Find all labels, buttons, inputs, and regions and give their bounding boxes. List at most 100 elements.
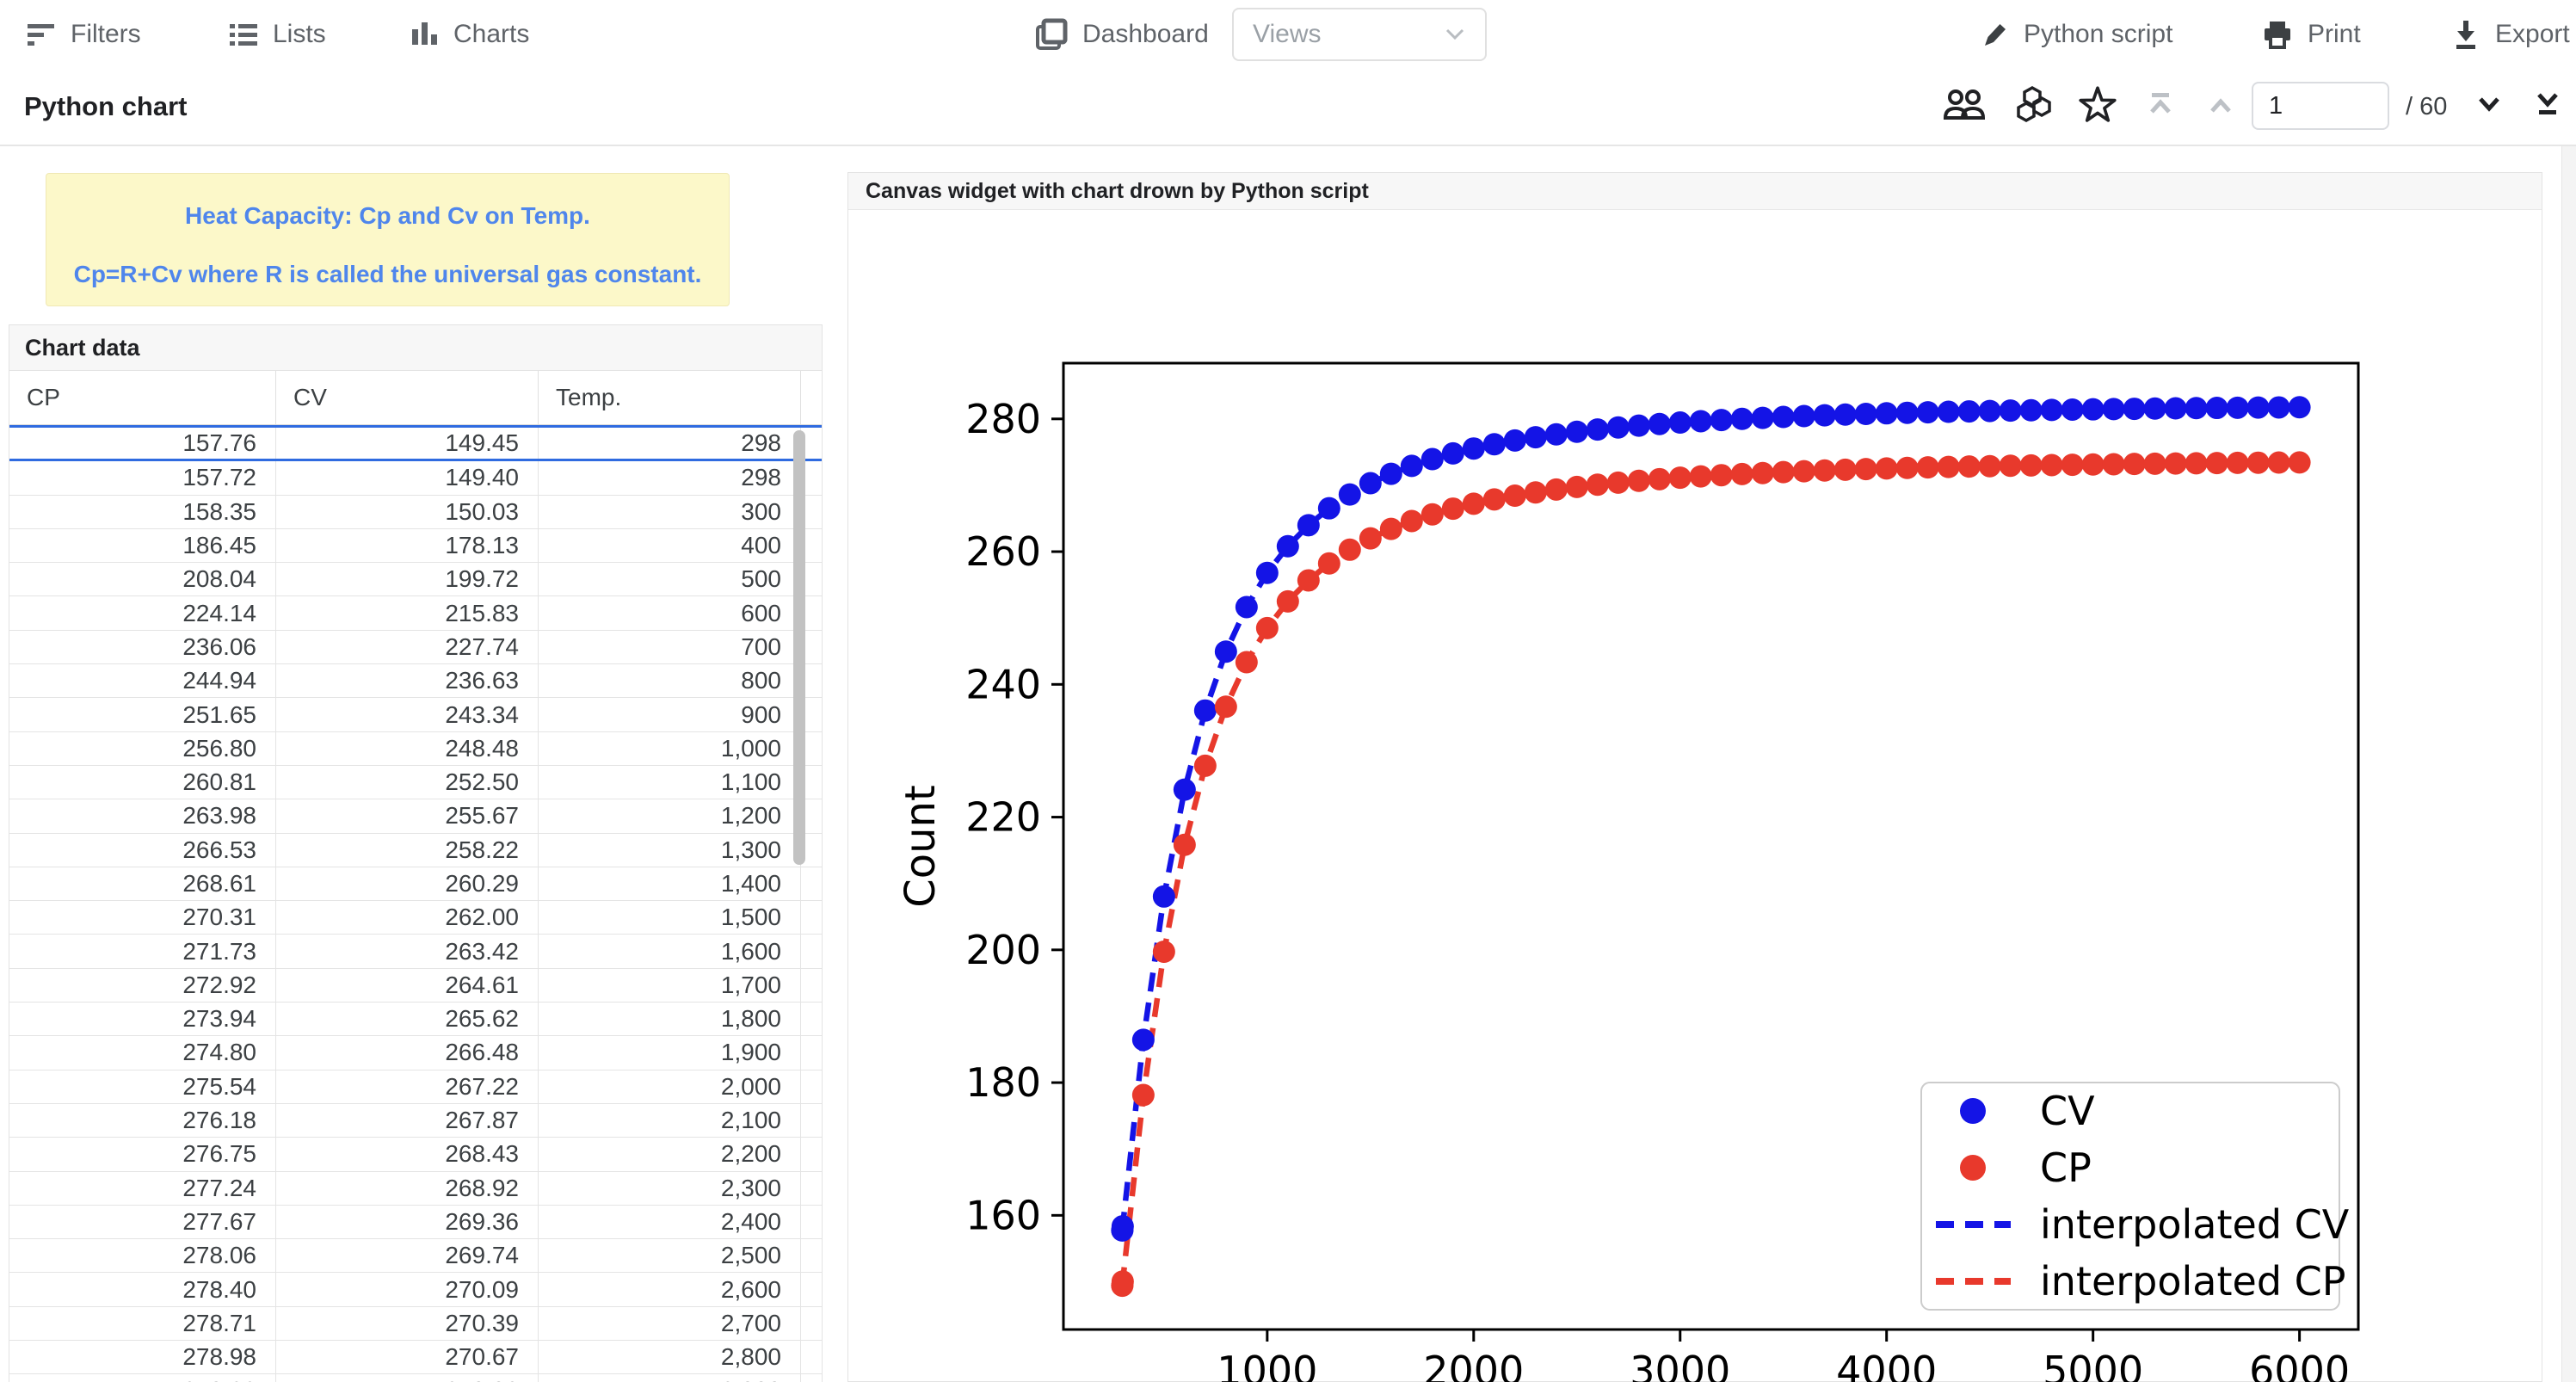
- table-cell: 199.72: [276, 563, 539, 595]
- note-box: Heat Capacity: Cp and Cv on Temp. Cp=R+C…: [46, 173, 730, 306]
- table-row[interactable]: 278.40270.092,600: [9, 1273, 822, 1306]
- data-point-cv: [2268, 396, 2290, 418]
- print-button[interactable]: Print: [2261, 0, 2361, 69]
- chevron-up-icon: [2206, 92, 2235, 122]
- data-point-cp: [2000, 454, 2022, 477]
- table-cell: 279.22: [9, 1374, 276, 1382]
- data-point-cv: [1132, 1028, 1155, 1051]
- export-button[interactable]: Export: [2450, 0, 2570, 69]
- data-point-cv: [1793, 405, 1815, 428]
- table-row[interactable]: 270.31262.001,500: [9, 901, 822, 935]
- page-scrollbar[interactable]: [2561, 146, 2576, 1382]
- table-row[interactable]: 268.61260.291,400: [9, 867, 822, 901]
- column-header-cp[interactable]: CP: [9, 371, 276, 424]
- last-page-button[interactable]: [2533, 69, 2562, 145]
- legend-label: interpolated CV: [2040, 1201, 2350, 1248]
- data-point-cp: [2289, 451, 2311, 473]
- table-row[interactable]: 278.71270.392,700: [9, 1307, 822, 1341]
- table-scrollbar-thumb[interactable]: [793, 430, 805, 865]
- table-row[interactable]: 278.06269.742,500: [9, 1239, 822, 1273]
- page-number-input[interactable]: [2252, 82, 2389, 130]
- molecule-button[interactable]: [2012, 69, 2055, 145]
- print-label: Print: [2308, 20, 2361, 49]
- table-row[interactable]: 263.98255.671,200: [9, 799, 822, 833]
- table-row[interactable]: 279.22270.922,900: [9, 1374, 822, 1382]
- data-point-cp: [1710, 464, 1733, 486]
- previous-page-button[interactable]: [2206, 69, 2235, 145]
- table-row[interactable]: 157.76149.45298: [9, 425, 822, 461]
- table-row[interactable]: 266.53258.221,300: [9, 834, 822, 867]
- table-cell: 277.24: [9, 1172, 276, 1205]
- table-cell: 276.18: [9, 1104, 276, 1137]
- table-row[interactable]: 236.06227.74700: [9, 631, 822, 664]
- table-row[interactable]: 277.24268.922,300: [9, 1172, 822, 1206]
- table-row[interactable]: 275.54267.222,000: [9, 1070, 822, 1104]
- table-row[interactable]: 271.73263.421,600: [9, 935, 822, 968]
- filters-button[interactable]: Filters: [26, 0, 141, 69]
- lists-button[interactable]: Lists: [228, 0, 326, 69]
- list-icon: [228, 20, 259, 49]
- data-point-cv: [1876, 402, 1898, 424]
- table-row[interactable]: 244.94236.63800: [9, 664, 822, 698]
- charts-button[interactable]: Charts: [409, 0, 529, 69]
- column-header-cv[interactable]: CV: [276, 371, 539, 424]
- table-row[interactable]: 272.92264.611,700: [9, 969, 822, 1003]
- table-cell: 258.22: [276, 834, 539, 867]
- data-point-cv: [1855, 403, 1877, 425]
- y-tick-label: 240: [965, 661, 1041, 707]
- data-point-cv: [1463, 437, 1485, 460]
- y-tick-label: 260: [965, 528, 1041, 575]
- table-row[interactable]: 208.04199.72500: [9, 563, 822, 596]
- table-row[interactable]: 276.18267.872,100: [9, 1104, 822, 1138]
- table-row[interactable]: 276.75268.432,200: [9, 1138, 822, 1171]
- y-tick-label: 220: [965, 794, 1041, 841]
- table-row[interactable]: 251.65243.34900: [9, 698, 822, 731]
- table-cell: 2,600: [539, 1273, 801, 1305]
- table-cell: 208.04: [9, 563, 276, 595]
- data-point-cp: [1525, 481, 1547, 503]
- first-page-button[interactable]: [2146, 69, 2175, 145]
- page-total: / 60: [2406, 69, 2447, 145]
- table-cell: 149.45: [276, 428, 539, 459]
- table-row[interactable]: 277.67269.362,400: [9, 1206, 822, 1239]
- next-page-button[interactable]: [2474, 69, 2504, 145]
- table-row[interactable]: 157.72149.40298: [9, 461, 822, 495]
- note-line-1: Heat Capacity: Cp and Cv on Temp.: [46, 202, 729, 230]
- x-tick-label: 6000: [2249, 1348, 2350, 1382]
- table-row[interactable]: 224.14215.83600: [9, 596, 822, 630]
- table-row[interactable]: 256.80248.481,000: [9, 732, 822, 766]
- table-row[interactable]: 260.81252.501,100: [9, 766, 822, 799]
- python-script-button[interactable]: Python script: [1979, 0, 2172, 69]
- dashboard-button[interactable]: Dashboard: [1032, 0, 1209, 69]
- x-tick-label: 4000: [1836, 1348, 1937, 1382]
- table-row[interactable]: 278.98270.672,800: [9, 1341, 822, 1374]
- favorite-button[interactable]: [2075, 69, 2120, 145]
- table-cell: 600: [539, 596, 801, 629]
- table-cell: 256.80: [9, 732, 276, 765]
- data-point-cp: [2041, 453, 2063, 476]
- table-row[interactable]: 158.35150.03300: [9, 496, 822, 529]
- table-row[interactable]: 274.80266.481,900: [9, 1036, 822, 1070]
- data-point-cp: [2206, 452, 2228, 474]
- data-point-cv: [2247, 397, 2270, 419]
- data-point-cv: [1194, 700, 1217, 722]
- table-row[interactable]: 273.94265.621,800: [9, 1003, 822, 1036]
- views-select[interactable]: Views: [1232, 8, 1487, 61]
- chart-canvas: 1601802002202402602801000200030004000500…: [848, 210, 2542, 1382]
- table-cell: 268.92: [276, 1172, 539, 1205]
- data-point-cp: [1483, 488, 1506, 510]
- table-cell: 278.06: [9, 1239, 276, 1272]
- data-point-cp: [1876, 457, 1898, 479]
- data-point-cv: [2165, 398, 2187, 420]
- column-header-temp[interactable]: Temp.: [539, 371, 801, 424]
- data-point-cp: [1793, 460, 1815, 483]
- data-point-cp: [1297, 569, 1320, 591]
- table-cell: 252.50: [276, 766, 539, 799]
- table-cell: 150.03: [276, 496, 539, 528]
- table-cell: 2,500: [539, 1239, 801, 1272]
- shared-users-button[interactable]: [1943, 69, 1986, 145]
- table-row[interactable]: 186.45178.13400: [9, 529, 822, 563]
- table-scrollbar[interactable]: [793, 426, 805, 1382]
- data-point-cv: [1545, 423, 1568, 446]
- pencil-icon: [1979, 18, 2010, 51]
